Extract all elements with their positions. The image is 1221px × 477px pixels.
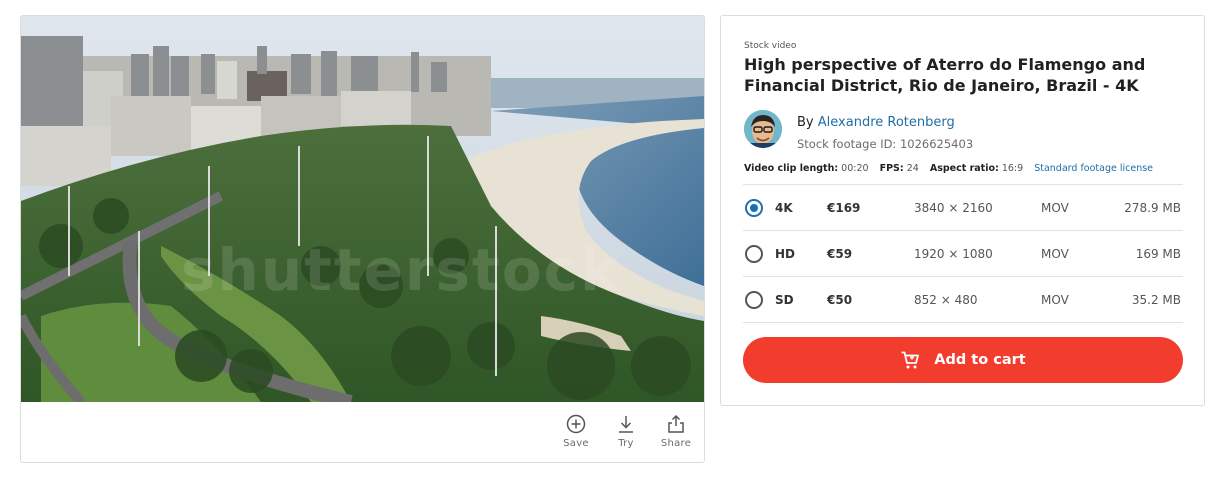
option-resolution: 852 × 480 bbox=[914, 293, 978, 307]
add-circle-icon bbox=[566, 414, 586, 434]
add-to-cart-label: Add to cart bbox=[934, 352, 1026, 368]
share-label: Share bbox=[660, 438, 692, 449]
option-4k[interactable]: 4K €169 3840 × 2160 MOV 278.9 MB bbox=[743, 185, 1183, 231]
author-link[interactable]: Alexandre Rotenberg bbox=[818, 115, 955, 130]
aspect-ratio-label: Aspect ratio: bbox=[929, 163, 999, 174]
save-button[interactable]: Save bbox=[560, 414, 592, 449]
option-radio-selected[interactable] bbox=[745, 199, 763, 217]
option-format: MOV bbox=[1041, 201, 1069, 215]
option-hd[interactable]: HD €59 1920 × 1080 MOV 169 MB bbox=[743, 231, 1183, 277]
option-sd[interactable]: SD €50 852 × 480 MOV 35.2 MB bbox=[743, 277, 1183, 323]
option-size: 278.9 MB bbox=[1124, 201, 1181, 215]
option-price: €50 bbox=[827, 293, 853, 307]
fps-label: FPS: bbox=[879, 163, 904, 174]
option-radio[interactable] bbox=[745, 291, 763, 309]
option-resolution: 1920 × 1080 bbox=[914, 247, 993, 261]
media-card: shutterstock Save Try Share bbox=[20, 15, 705, 463]
cart-icon bbox=[901, 351, 920, 369]
option-price: €59 bbox=[827, 247, 853, 261]
avatar[interactable] bbox=[744, 110, 782, 148]
try-label: Try bbox=[618, 438, 634, 449]
try-button[interactable]: Try bbox=[610, 414, 642, 449]
video-preview-image bbox=[21, 16, 704, 402]
author-line: By Alexandre Rotenberg bbox=[797, 115, 955, 130]
details-card: Stock video High perspective of Aterro d… bbox=[720, 15, 1205, 406]
option-resolution: 3840 × 2160 bbox=[914, 201, 993, 215]
option-name: SD bbox=[775, 293, 794, 307]
option-format: MOV bbox=[1041, 247, 1069, 261]
clip-length-value: 00:20 bbox=[841, 163, 869, 174]
option-size: 169 MB bbox=[1135, 247, 1181, 261]
clip-meta: Video clip length: 00:20 FPS: 24 Aspect … bbox=[744, 163, 1153, 174]
option-size: 35.2 MB bbox=[1131, 293, 1181, 307]
option-name: HD bbox=[775, 247, 796, 261]
option-radio[interactable] bbox=[745, 245, 763, 263]
video-preview[interactable]: shutterstock bbox=[21, 16, 704, 402]
share-icon bbox=[668, 414, 684, 433]
add-to-cart-button[interactable]: Add to cart bbox=[743, 337, 1183, 383]
resolution-options: 4K €169 3840 × 2160 MOV 278.9 MB HD €59 … bbox=[743, 184, 1183, 323]
author-avatar-image bbox=[744, 110, 782, 148]
download-icon bbox=[619, 416, 633, 433]
option-name: 4K bbox=[775, 201, 793, 215]
footage-id: Stock footage ID: 1026625403 bbox=[797, 137, 974, 151]
license-link[interactable]: Standard footage license bbox=[1034, 163, 1153, 174]
asset-type: Stock video bbox=[744, 41, 797, 51]
option-price: €169 bbox=[827, 201, 861, 215]
fps-value: 24 bbox=[906, 163, 919, 174]
clip-length-label: Video clip length: bbox=[744, 163, 839, 174]
media-actions: Save Try Share bbox=[560, 414, 692, 449]
option-format: MOV bbox=[1041, 293, 1069, 307]
aspect-ratio-value: 16:9 bbox=[1001, 163, 1024, 174]
page-title: High perspective of Aterro do Flamengo a… bbox=[744, 55, 1146, 95]
share-button[interactable]: Share bbox=[660, 414, 692, 449]
save-label: Save bbox=[563, 438, 589, 449]
by-prefix: By bbox=[797, 115, 814, 130]
